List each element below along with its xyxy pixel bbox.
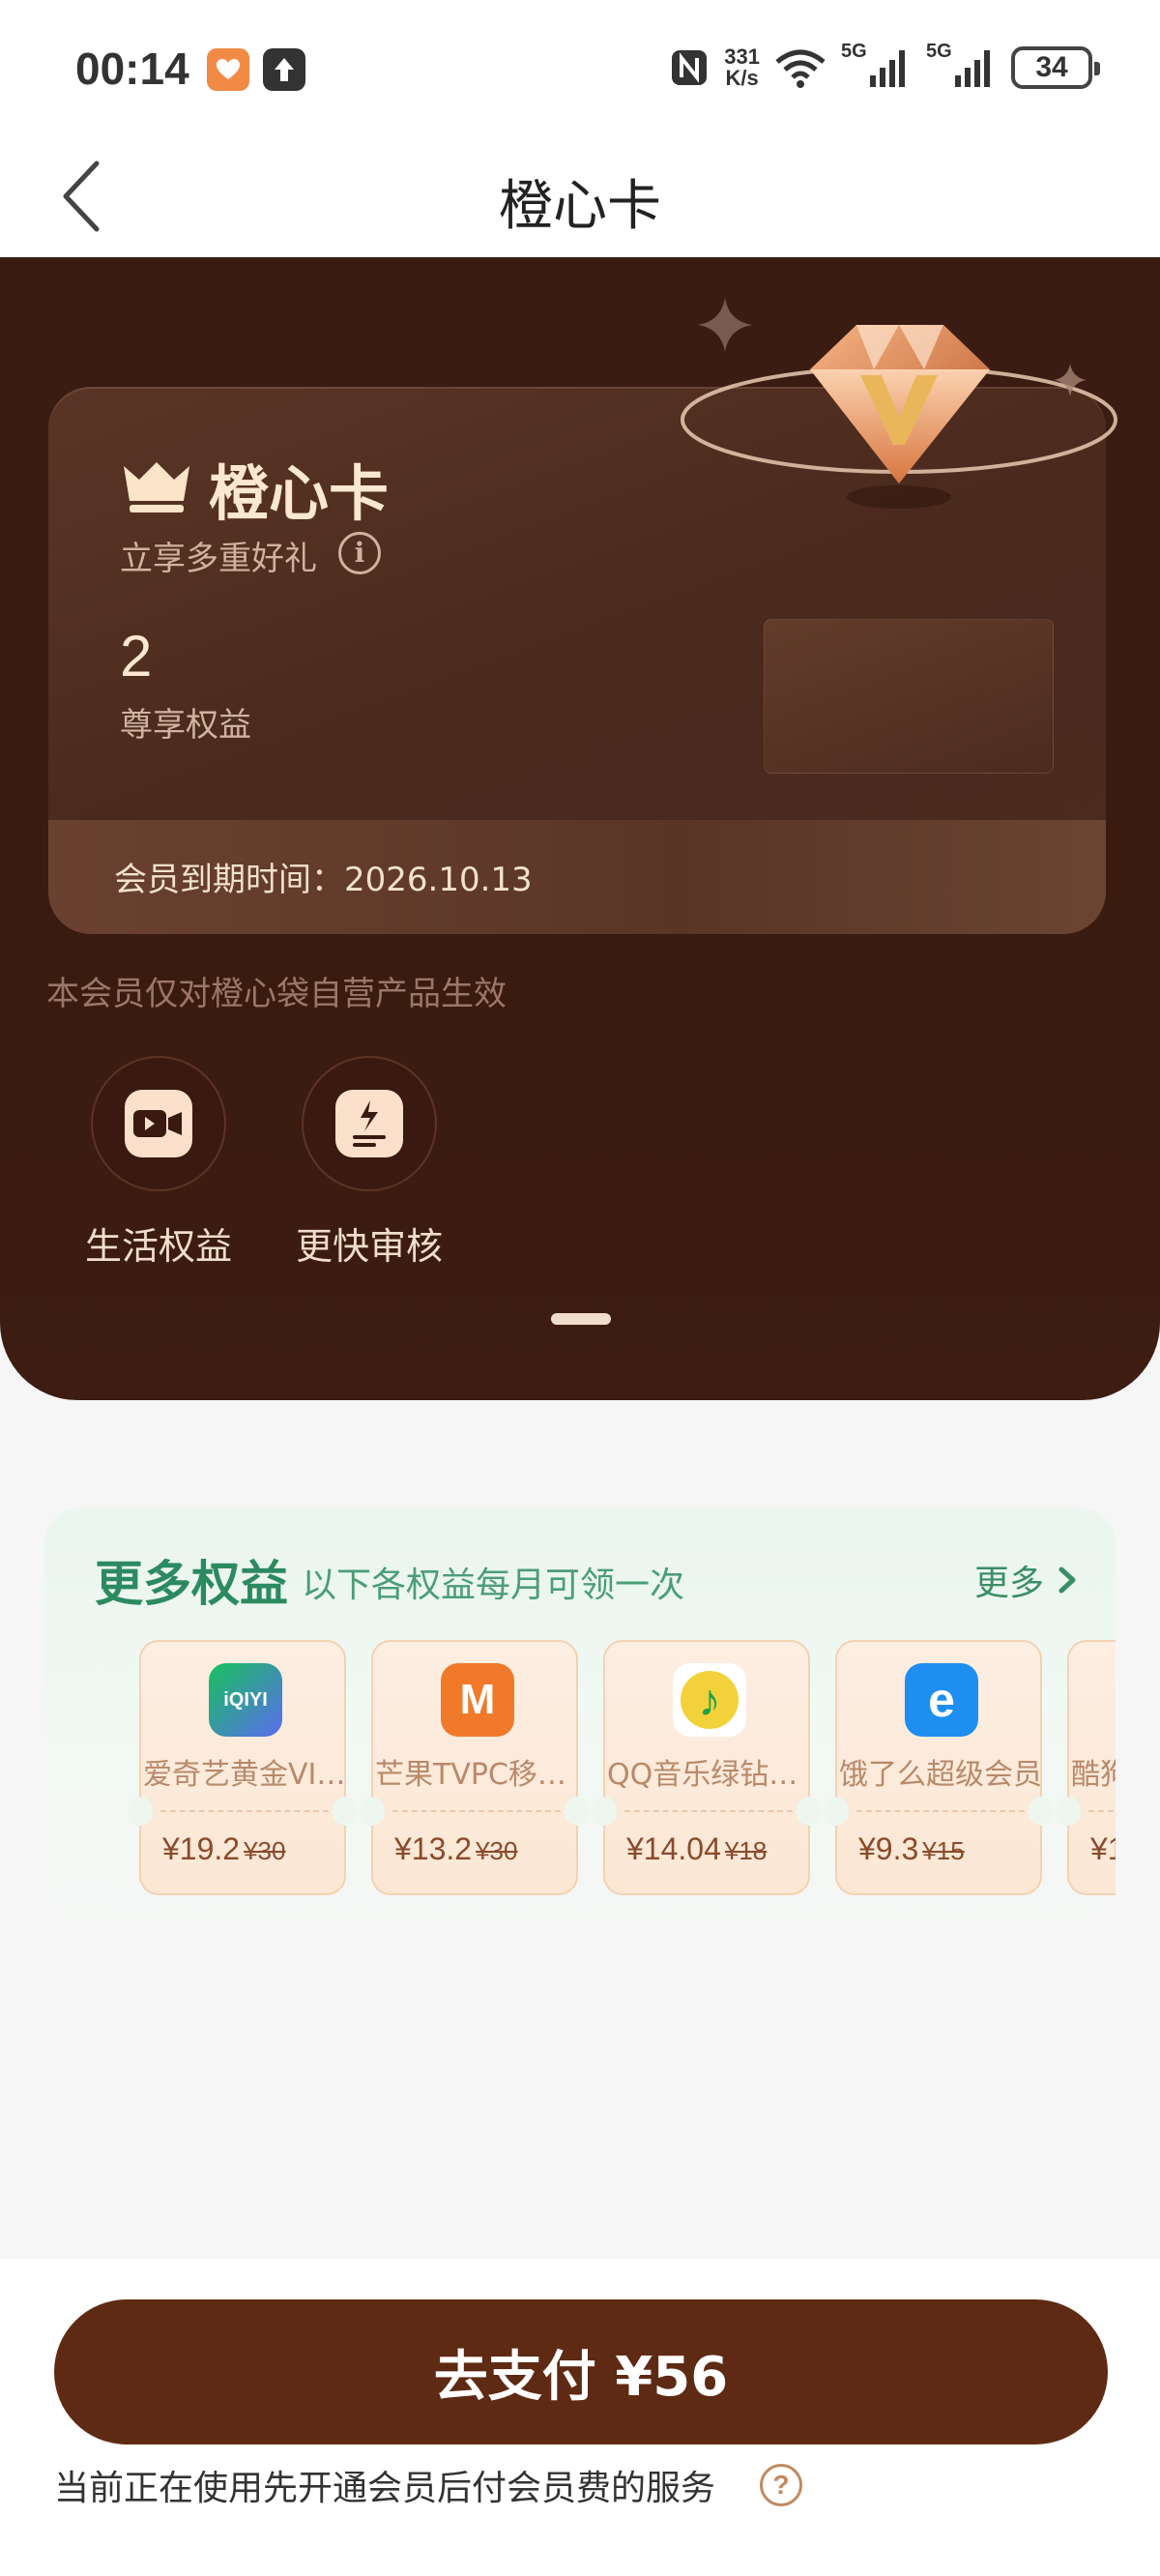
coupon-notch	[1029, 1797, 1054, 1826]
coupon-iqiyi[interactable]: iQIYI 爱奇艺黄金VIP会员 ¥19.2¥30	[128, 1640, 358, 1895]
nfc-icon	[672, 50, 708, 85]
service-note: 当前正在使用先开通会员后付会员费的服务	[54, 2469, 716, 2508]
more-link-label: 更多	[973, 1564, 1044, 1603]
coupon-qq-music[interactable]: ♪ QQ音乐绿钻豪华版 ¥14.04¥18	[592, 1640, 822, 1895]
coupon-price-value: ¥9.3	[858, 1831, 919, 1866]
perk-life-benefits[interactable]: 生活权益	[72, 1056, 246, 1270]
signal-icon-2: 5G	[926, 41, 998, 89]
carousel-indicator	[551, 1313, 611, 1325]
nav-bar: 橙心卡	[0, 135, 1160, 257]
mango-logo-text: M	[459, 1676, 496, 1723]
perk-fast-review[interactable]: 更快审核	[282, 1056, 456, 1270]
info-icon[interactable]: i	[338, 532, 381, 574]
coupon-name: 芒果TVPC移动影视会员	[375, 1758, 578, 1792]
help-icon[interactable]: ?	[760, 2464, 802, 2506]
signal-2-label: 5G	[926, 41, 952, 62]
coupon-price: ¥9.3 ¥15	[858, 1831, 965, 1867]
coupon-notch	[128, 1797, 153, 1826]
coupon-notch	[592, 1797, 617, 1826]
more-benefits-title: 更多权益	[95, 1556, 288, 1612]
coupon-price-value: ¥19.2	[162, 1831, 241, 1866]
iqiyi-logo-text: iQIYI	[223, 1688, 268, 1711]
perk-label: 生活权益	[84, 1225, 232, 1268]
coupon-original-price: ¥30	[244, 1836, 286, 1865]
qq-music-logo-icon: ♪	[673, 1663, 746, 1737]
card-pedestal	[764, 619, 1054, 774]
coupon-kugou[interactable]: K 酷狗豪华VIP ¥13.1	[1056, 1640, 1116, 1895]
coupon-price: ¥14.04 ¥18	[626, 1831, 767, 1867]
signal-1-label: 5G	[841, 41, 867, 62]
coupon-price: ¥13.2 ¥30	[394, 1831, 517, 1867]
coupon-divider	[1088, 1810, 1116, 1812]
sparkle-icon	[1054, 364, 1087, 396]
expire-date: 会员到期时间：2026.10.13	[114, 861, 533, 899]
mango-tv-logo-icon: M	[441, 1663, 514, 1737]
status-bar: 00:14 331 K/s 5G 5G 34	[0, 0, 1160, 135]
coupon-original-price: ¥30	[476, 1836, 518, 1865]
benefit-count: 2	[120, 624, 153, 688]
coupon-price: ¥13.1	[1090, 1831, 1116, 1867]
benefit-label: 尊享权益	[120, 706, 251, 745]
net-speed-unit: K/s	[725, 66, 759, 90]
coupon-name: 酷狗豪华VIP	[1071, 1758, 1116, 1792]
coupon-list: iQIYI 爱奇艺黄金VIP会员 ¥19.2¥30 M 芒果TVPC移动影视会员…	[93, 1640, 1116, 1901]
status-indicators: 331 K/s 5G 5G 34	[668, 41, 1100, 89]
pay-button[interactable]: 去支付 ¥56	[54, 2299, 1108, 2444]
crown-icon	[124, 462, 189, 512]
card-title: 橙心卡	[209, 458, 390, 529]
coupon-name: QQ音乐绿钻豪华版	[607, 1758, 810, 1792]
coupon-notch	[797, 1797, 822, 1826]
coupon-divider	[392, 1810, 561, 1812]
membership-hero: 橙心卡 立享多重好礼 i 2 尊享权益 会员到期时间：2026.10.13 本会…	[0, 257, 1160, 1400]
coupon-price-value: ¥14.04	[626, 1831, 721, 1866]
bottom-action-area: 去支付 ¥56 当前正在使用先开通会员后付会员费的服务 ?	[0, 2259, 1160, 2576]
coupon-divider	[856, 1810, 1025, 1812]
coupon-original-price: ¥18	[724, 1836, 768, 1865]
eleme-logo-icon: e	[905, 1663, 978, 1737]
status-time: 00:14	[75, 44, 189, 94]
coupon-eleme[interactable]: e 饿了么超级会员 ¥9.3 ¥15	[824, 1640, 1054, 1895]
qq-music-logo-text: ♪	[681, 1671, 739, 1729]
perk-icon-circle	[302, 1056, 437, 1191]
video-icon	[125, 1090, 192, 1157]
iqiyi-logo-icon: iQIYI	[209, 1663, 282, 1737]
signal-icon-1: 5G	[841, 41, 913, 89]
coupon-mango-tv[interactable]: M 芒果TVPC移动影视会员 ¥13.2¥30	[360, 1640, 590, 1895]
coupon-notch	[824, 1797, 849, 1826]
coupon-original-price: ¥15	[922, 1836, 965, 1865]
coupon-divider	[624, 1810, 793, 1812]
member-scope-note: 本会员仅对橙心袋自营产品生效	[46, 975, 507, 1013]
net-speed-value: 331	[724, 44, 760, 69]
eleme-logo-text: e	[928, 1673, 955, 1727]
battery-indicator: 34	[1011, 46, 1100, 89]
more-benefits-desc: 以下各权益每月可领一次	[302, 1566, 685, 1605]
upload-icon	[263, 48, 305, 91]
coupon-price-value: ¥13.2	[394, 1831, 473, 1866]
net-speed: 331 K/s	[724, 46, 760, 89]
coupon-divider	[160, 1810, 329, 1812]
perk-label: 更快审核	[295, 1225, 443, 1268]
wifi-icon	[775, 49, 826, 88]
page-title: 橙心卡	[499, 175, 661, 238]
chevron-right-icon	[1058, 1566, 1076, 1594]
fast-review-icon	[335, 1090, 403, 1157]
perk-icon-circle	[91, 1056, 226, 1191]
more-link[interactable]: 更多	[974, 1555, 1077, 1605]
coupon-name: 爱奇艺黄金VIP会员	[143, 1758, 346, 1792]
coupon-price: ¥19.2 ¥30	[162, 1831, 285, 1867]
app-notification-icon	[207, 48, 249, 91]
coupon-name: 饿了么超级会员	[839, 1758, 1042, 1792]
card-footer: 会员到期时间：2026.10.13	[48, 820, 1106, 934]
more-benefits-section: 更多权益 以下各权益每月可领一次 更多 iQIYI 爱奇艺黄金VIP会员 ¥19…	[44, 1508, 1116, 1922]
coupon-price-value: ¥13.1	[1090, 1831, 1116, 1866]
coupon-notch	[1056, 1797, 1081, 1826]
coupon-notch	[333, 1797, 358, 1826]
coupon-notch	[360, 1797, 385, 1826]
card-subtitle: 立享多重好礼	[120, 540, 317, 578]
diamond-vip-icon	[681, 325, 1117, 509]
coupon-notch	[565, 1797, 590, 1826]
